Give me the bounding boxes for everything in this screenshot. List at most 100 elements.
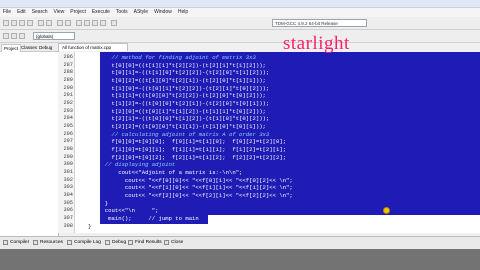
find-icon[interactable] [57, 20, 63, 26]
tab-compiler[interactable]: Compiler [2, 239, 31, 247]
resources-icon [33, 240, 38, 245]
menu-file[interactable]: File [3, 9, 11, 15]
code-line: f[2][0]=t[0][2]; f[2][1]=t[1][2]; f[2][2… [88, 154, 287, 161]
code-line: cout<< "<<f[1][0]<< "<<f[1][1]<< "<<f[1]… [88, 184, 293, 191]
line-number: 292 [63, 100, 73, 106]
code-line: // method for finding adjoint of matrix … [88, 54, 256, 61]
tab-label: Resources [40, 240, 63, 245]
editor-file-tab[interactable]: All function of matrix.cpp [58, 43, 128, 51]
code-line: f[0][0]=t[0][0]; f[0][1]=t[1][0]; f[0][2… [88, 138, 287, 145]
tab-label: Compiler [10, 240, 30, 245]
line-number: 302 [63, 177, 73, 183]
rebuild-icon[interactable] [100, 20, 106, 26]
starlight-watermark: starlight [283, 33, 350, 54]
code-line: t[0][0]=((t[1][1]*t[2][2])-(t[2][1]*t[1]… [88, 62, 266, 69]
code-line: t[2][0]=((t[0][1]*t[1][2])-(t[1][1]*t[0]… [88, 108, 266, 115]
save-all-icon[interactable] [27, 20, 33, 26]
menu-edit[interactable]: Edit [17, 9, 26, 15]
line-number: 289 [63, 77, 73, 83]
code-line: t[2][2]=((t[0][0]*t[1][1])-(t[1][0]*t[0]… [88, 123, 266, 130]
code-line: t[0][2]=((t[1][0]*t[2][1])-(t[2][0]*t[1]… [88, 77, 266, 84]
compile-run-icon[interactable] [92, 20, 98, 26]
line-number: 304 [63, 192, 73, 198]
code-line: cout<<"Adjoint of a matrix is:-\n\n"; [88, 169, 243, 176]
new-file-icon[interactable] [3, 20, 9, 26]
menu-project[interactable]: Project [70, 9, 86, 15]
line-number: 293 [63, 108, 73, 114]
tab-resources[interactable]: Resources [32, 239, 65, 247]
tab-classes[interactable]: Classes [19, 44, 39, 51]
compiler-select[interactable]: TDM-GCC 4.9.2 64-bit Release [272, 19, 367, 27]
mouse-cursor-icon [383, 207, 390, 214]
title-bar [0, 0, 480, 8]
line-number: 301 [63, 169, 73, 175]
tab-close[interactable]: Close [163, 239, 185, 247]
debug-icon[interactable] [111, 20, 117, 26]
line-number: 306 [63, 207, 73, 213]
code-line: t[1][2]=-((t[0][0]*t[2][1])-(t[2][0]*t[0… [88, 100, 270, 107]
menu-tools[interactable]: Tools [116, 9, 128, 15]
code-line: f[1][0]=t[0][1]; f[1][1]=t[1][1]; f[1][2… [88, 146, 287, 153]
menu-astyle[interactable]: AStyle [134, 9, 148, 15]
tab-compile-log[interactable]: Compile Log [66, 239, 103, 247]
menu-execute[interactable]: Execute [92, 9, 110, 15]
code-line: } [88, 200, 109, 207]
line-number: 300 [63, 161, 73, 167]
globals-select[interactable]: (globals) [33, 32, 75, 40]
tab-debug[interactable]: Debug [37, 44, 54, 51]
desktop-background [0, 249, 480, 270]
tab-label: Close [171, 240, 184, 245]
find-results-icon [128, 240, 133, 245]
line-number: 305 [63, 200, 73, 206]
tab-find-results[interactable]: Find Results [127, 239, 164, 247]
tab-project[interactable]: Project [1, 44, 22, 52]
tab-debug-output[interactable]: Debug [104, 239, 128, 247]
menu-help[interactable]: Help [178, 9, 188, 15]
line-number: 286 [63, 54, 73, 60]
debug-output-icon [105, 240, 110, 245]
code-line: // displaying adjoint [88, 161, 176, 168]
line-number: 299 [63, 154, 73, 160]
code-line: t[2][1]=-((t[0][0]*t[1][2])-(t[1][0]*t[0… [88, 115, 270, 122]
code-line: t[1][1]=((t[0][0]*t[2][2])-(t[2][0]*t[0]… [88, 92, 266, 99]
menu-window[interactable]: Window [154, 9, 172, 15]
project-panel: Project Classes Debug [0, 43, 59, 236]
line-number: 290 [63, 85, 73, 91]
replace-icon[interactable] [65, 20, 71, 26]
run-icon[interactable] [84, 20, 90, 26]
project-panel-tabs: Project Classes Debug [0, 43, 58, 52]
line-number: 287 [63, 62, 73, 68]
line-number: 291 [63, 92, 73, 98]
save-icon[interactable] [19, 20, 25, 26]
goto-icon[interactable] [19, 33, 25, 39]
line-number-gutter: 286 287 288 289 290 291 292 293 294 295 … [58, 52, 75, 233]
redo-icon[interactable] [46, 20, 52, 26]
code-line: cout<< "<<f[2][0]<< "<<f[2][1]<< "<<f[2]… [88, 192, 293, 199]
menu-search[interactable]: Search [32, 9, 48, 15]
code-line: // calculating adjoint of matrix A of or… [88, 131, 270, 138]
line-number: 307 [63, 215, 73, 221]
secondary-toolbar: (globals) [0, 30, 480, 43]
code-editor[interactable]: 286 287 288 289 290 291 292 293 294 295 … [58, 52, 480, 233]
open-file-icon[interactable] [11, 20, 17, 26]
code-line: t[1][0]=-((t[0][1]*t[2][2])-(t[2][1]*t[0… [88, 85, 270, 92]
line-number: 294 [63, 115, 73, 121]
ide-window: File Edit Search View Project Execute Tools ASt… [0, 0, 480, 270]
compile-log-icon [67, 240, 72, 245]
code-line: t[0][1]=-((t[1][0]*t[2][2])-(t[2][0]*t[1… [88, 69, 270, 76]
compiler-icon [3, 240, 8, 245]
tab-label: Find Results [135, 240, 162, 245]
bottom-panel-tabs: Compiler Resources Compile Log Debug Fin… [0, 236, 480, 249]
line-number: 296 [63, 131, 73, 137]
line-number: 288 [63, 69, 73, 75]
class-browser-icon[interactable] [3, 33, 9, 39]
undo-icon[interactable] [38, 20, 44, 26]
bookmark-icon[interactable] [11, 33, 17, 39]
menu-bar: File Edit Search View Project Execute Tools ASt… [0, 8, 480, 17]
code-line: main(); // jump to main [88, 215, 199, 222]
menu-view[interactable]: View [54, 9, 65, 15]
line-number: 303 [63, 184, 73, 190]
compile-icon[interactable] [76, 20, 82, 26]
tab-label: Debug [112, 240, 127, 245]
tab-label: Compile Log [74, 240, 101, 245]
